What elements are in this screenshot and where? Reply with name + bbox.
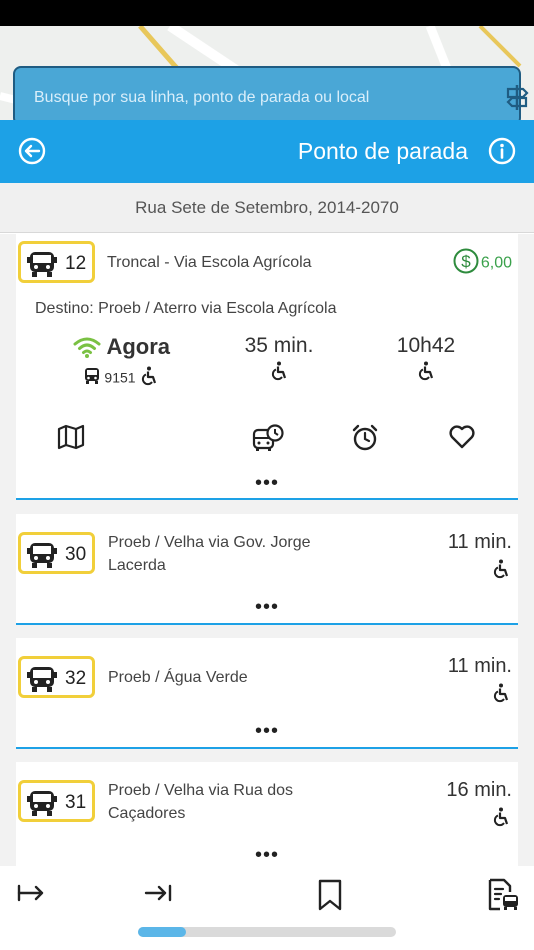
route-line-1: Proeb / Velha via Rua dos	[108, 782, 294, 799]
arrival-3: 10h42	[376, 334, 476, 386]
arrival-card[interactable]: 31 Proeb / Velha via Rua dos Caçadores 1…	[16, 762, 518, 866]
card-divider	[16, 498, 518, 500]
scroll-indicator	[138, 927, 396, 937]
more-button[interactable]: •••	[16, 597, 518, 617]
arrow-from-bar-right-icon[interactable]	[16, 878, 46, 913]
wheelchair-icon	[492, 683, 510, 708]
more-button[interactable]: •••	[16, 845, 518, 865]
arrival-time: 11 min.	[447, 531, 512, 553]
arrival-time: 10h42	[396, 334, 456, 357]
destination: Destino: Proeb / Aterro via Escola Agríc…	[35, 300, 337, 317]
bus-small-icon	[84, 367, 100, 390]
wheelchair-icon	[140, 366, 158, 391]
bus-icon	[27, 666, 57, 699]
arrival-time: 35 min.	[244, 334, 314, 357]
route-name: Proeb / Água Verde	[108, 666, 248, 689]
wheelchair-icon	[492, 807, 510, 832]
arrival-card[interactable]: 32 Proeb / Água Verde 11 min. •••	[16, 638, 518, 749]
back-circle-arrow-icon[interactable]	[18, 137, 46, 170]
arrival-time: 11 min.	[447, 655, 512, 677]
app-bar: Ponto de parada	[0, 120, 534, 183]
wheelchair-icon	[417, 361, 435, 386]
route-line-1: Proeb / Velha via Gov. Jorge	[108, 534, 311, 551]
line-number: 31	[65, 792, 87, 813]
fare: $ 6,00	[453, 248, 512, 279]
card-divider	[16, 747, 518, 749]
document-bus-icon[interactable]	[486, 878, 520, 917]
arrivals-list[interactable]: 12 Troncal - Via Escola Agrícola $ 6,00 …	[0, 234, 534, 866]
scroll-indicator-fill	[138, 927, 186, 937]
route-name: Proeb / Velha via Gov. Jorge Lacerda	[108, 531, 310, 577]
fare-value: 6,00	[480, 254, 512, 272]
stop-name: Rua Sete de Setembro, 2014-2070	[0, 183, 534, 233]
alarm-clock-icon[interactable]	[351, 424, 379, 457]
line-number: 30	[65, 544, 87, 565]
bus-icon	[27, 251, 57, 284]
arrow-to-bar-right-icon[interactable]	[143, 878, 173, 913]
bottom-toolbar	[0, 866, 534, 950]
svg-text:$: $	[461, 252, 471, 271]
arrival-2: 35 min.	[226, 334, 332, 386]
bookmark-icon[interactable]	[316, 878, 344, 917]
status-bar	[0, 0, 534, 26]
line-badge: 31	[18, 780, 95, 822]
line-number: 32	[65, 668, 87, 689]
vehicle-number: 9151	[104, 370, 136, 386]
realtime-wifi-icon	[72, 335, 102, 364]
route-line-1: Proeb / Água Verde	[108, 669, 248, 686]
arrival-time: Agora	[106, 334, 170, 359]
search-input[interactable]: Busque por sua linha, ponto de parada ou…	[13, 66, 529, 126]
wheelchair-icon	[270, 361, 288, 386]
wheelchair-icon	[492, 559, 510, 584]
card-divider	[16, 623, 518, 625]
arrival-now: Agora 9151	[66, 334, 176, 391]
line-number: 12	[65, 253, 87, 274]
bus-schedule-icon[interactable]	[252, 424, 284, 459]
route-line-2: Caçadores	[108, 805, 186, 822]
line-badge: 32	[18, 656, 95, 698]
route-name: Troncal - Via Escola Agrícola	[107, 254, 312, 271]
dollar-circle-icon: $	[453, 248, 479, 279]
line-badge: 30	[18, 532, 95, 574]
bus-icon	[27, 542, 57, 575]
line-badge: 12	[18, 241, 95, 283]
bus-icon	[27, 790, 57, 823]
route-line-2: Lacerda	[108, 557, 166, 574]
more-button[interactable]: •••	[16, 473, 518, 493]
info-circle-icon[interactable]	[488, 137, 516, 170]
search-placeholder: Busque por sua linha, ponto de parada ou…	[34, 89, 370, 106]
heart-icon[interactable]	[448, 424, 476, 455]
route-name: Proeb / Velha via Rua dos Caçadores	[108, 779, 293, 825]
map-background[interactable]: Busque por sua linha, ponto de parada ou…	[0, 26, 534, 126]
arrival-card[interactable]: 30 Proeb / Velha via Gov. Jorge Lacerda …	[16, 514, 518, 625]
map-icon[interactable]	[57, 424, 85, 455]
arrival-time: 16 min.	[446, 779, 512, 801]
page-title: Ponto de parada	[297, 138, 468, 164]
more-button[interactable]: •••	[16, 721, 518, 741]
arrival-card-expanded[interactable]: 12 Troncal - Via Escola Agrícola $ 6,00 …	[16, 234, 518, 500]
